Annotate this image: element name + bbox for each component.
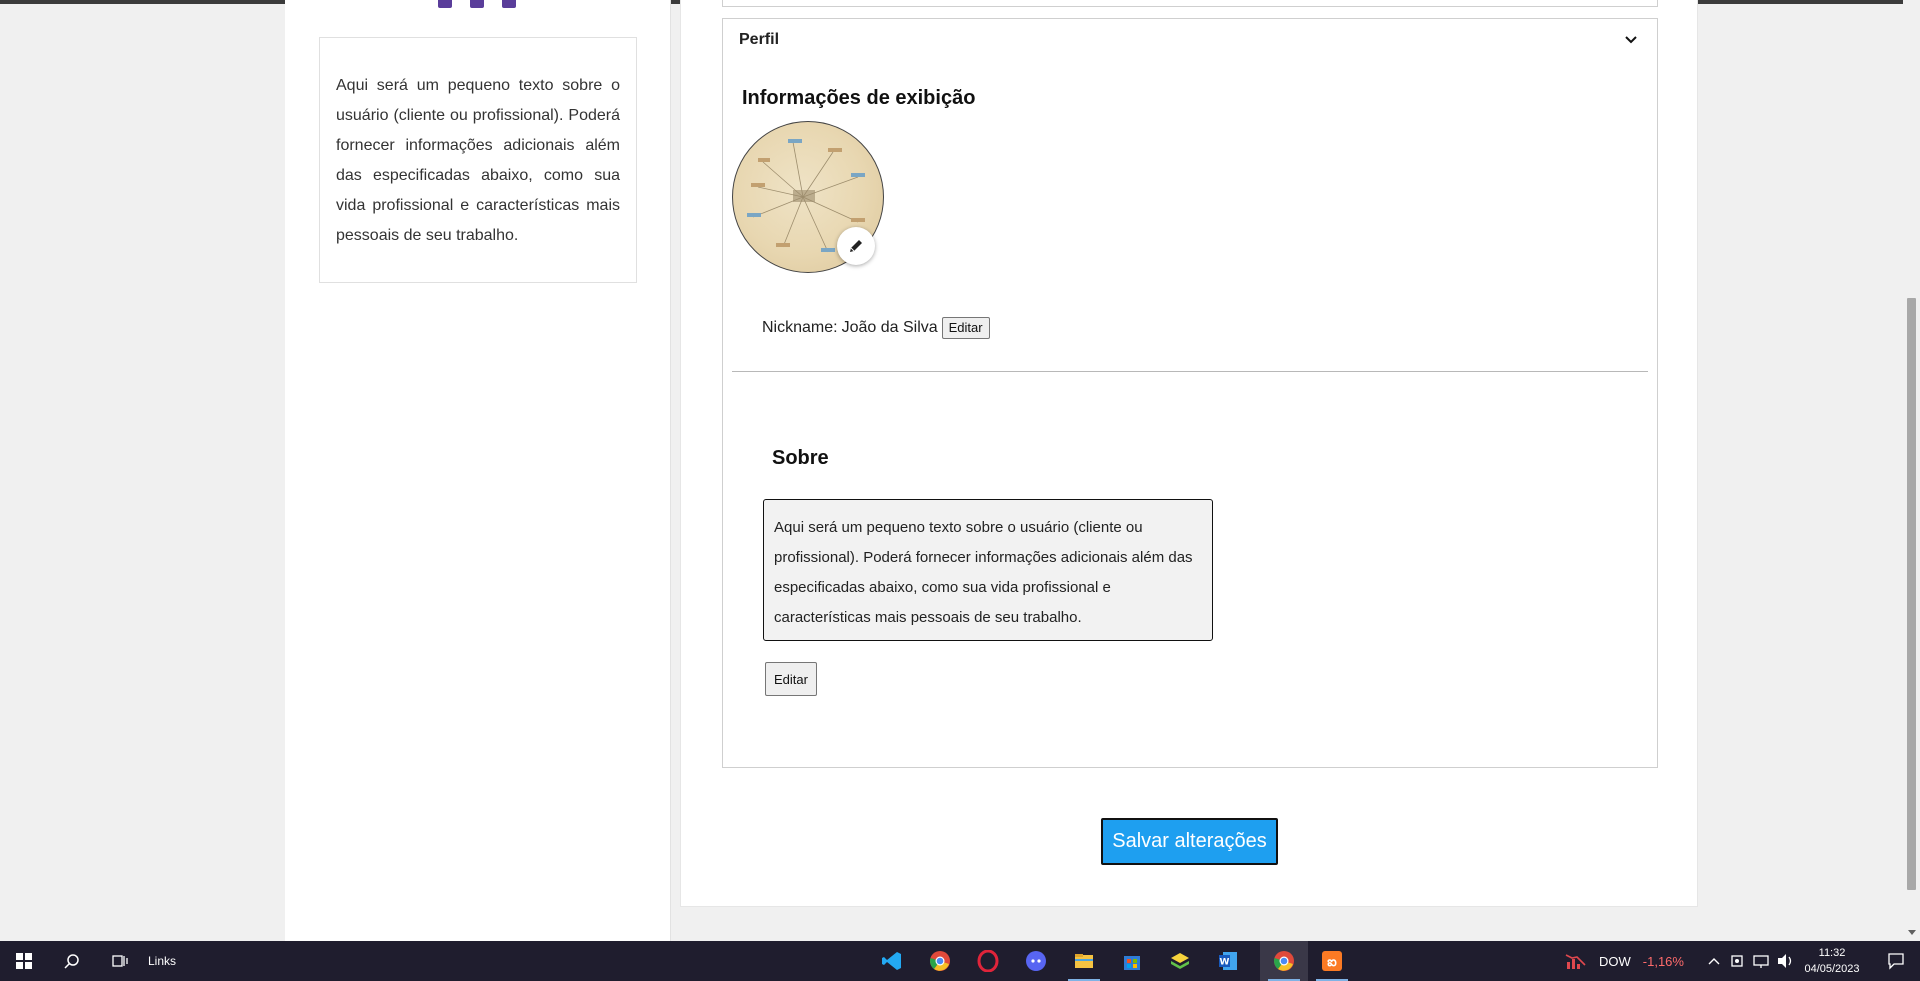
edit-sobre-button[interactable]: Editar [765,662,817,696]
store-icon[interactable] [1108,941,1156,981]
file-explorer-icon[interactable] [1060,941,1108,981]
notification-button[interactable] [1876,941,1916,981]
ticker-change: -1,16% [1642,953,1684,969]
pencil-icon [850,240,862,252]
ticker-symbol: DOW [1599,953,1631,969]
sobre-textbox[interactable]: Aqui será um pequeno texto sobre o usuár… [763,499,1213,641]
profile-sidebar: Aqui será um pequeno texto sobre o usuár… [285,0,671,941]
previous-section-bottom [722,0,1658,7]
edit-avatar-button[interactable] [837,227,875,265]
search-icon [64,954,79,969]
notification-icon [1888,953,1904,970]
chevron-up-icon[interactable] [1702,941,1726,981]
discord-icon[interactable] [1012,941,1060,981]
network-icon[interactable] [1750,941,1774,981]
display-info-title: Informações de exibição [742,87,976,109]
nickname-value: João da Silva [841,319,938,336]
facebook-icon[interactable] [438,0,452,8]
stock-chart-icon [1565,954,1586,969]
linkedin-icon[interactable] [502,0,516,8]
clock-time: 11:32 [1818,947,1846,959]
edit-nickname-button[interactable]: Editar [941,317,990,339]
chrome-profile-icon[interactable] [1260,941,1308,981]
social-links [438,0,516,12]
system-clock[interactable]: 11:32 04/05/2023 [1800,945,1864,977]
task-view-icon [112,955,128,967]
section-divider [732,371,1648,372]
links-toolbar[interactable]: Links [148,941,176,981]
windows-taskbar: Links W ఐ DOW -1,16% 11:32 04/05/2023 [0,941,1920,981]
scrollbar-thumb[interactable] [1907,298,1916,890]
nickname-label: Nickname: [762,319,838,336]
system-tray [1702,941,1798,981]
about-card: Aqui será um pequeno texto sobre o usuár… [319,37,637,283]
svg-text:ఐ: ఐ [1327,955,1337,970]
perfil-accordion: Perfil Informações de exibição Nickname:… [722,18,1658,768]
sobre-title: Sobre [772,447,829,469]
word-icon[interactable]: W [1204,941,1252,981]
settings-panel: Perfil Informações de exibição Nickname:… [680,0,1698,907]
meet-now-icon[interactable] [1726,941,1750,981]
vscode-icon[interactable] [868,941,916,981]
windows-logo-icon [16,953,32,969]
chevron-down-icon[interactable] [1623,33,1639,47]
svg-text:W: W [1220,958,1230,968]
xampp-icon[interactable]: ఐ [1308,941,1356,981]
about-text: Aqui será um pequeno texto sobre o usuár… [336,77,620,244]
nickname-row: Nickname: João da Silva Editar [762,317,990,339]
page-scrollbar[interactable] [1903,0,1920,941]
opera-icon[interactable] [964,941,1012,981]
stock-ticker[interactable]: DOW -1,16% [1565,941,1684,981]
search-button[interactable] [48,941,96,981]
chrome-icon[interactable] [916,941,964,981]
volume-icon[interactable] [1774,941,1798,981]
start-button[interactable] [0,941,48,981]
sobre-text: Aqui será um pequeno texto sobre o usuár… [774,519,1193,626]
save-changes-button[interactable]: Salvar alterações [1101,818,1278,865]
task-view-button[interactable] [96,941,144,981]
bluestacks-icon[interactable] [1156,941,1204,981]
instagram-icon[interactable] [470,0,484,8]
clock-date: 04/05/2023 [1804,963,1860,975]
perfil-header[interactable]: Perfil [739,31,779,49]
scroll-down-arrow[interactable] [1908,930,1916,935]
